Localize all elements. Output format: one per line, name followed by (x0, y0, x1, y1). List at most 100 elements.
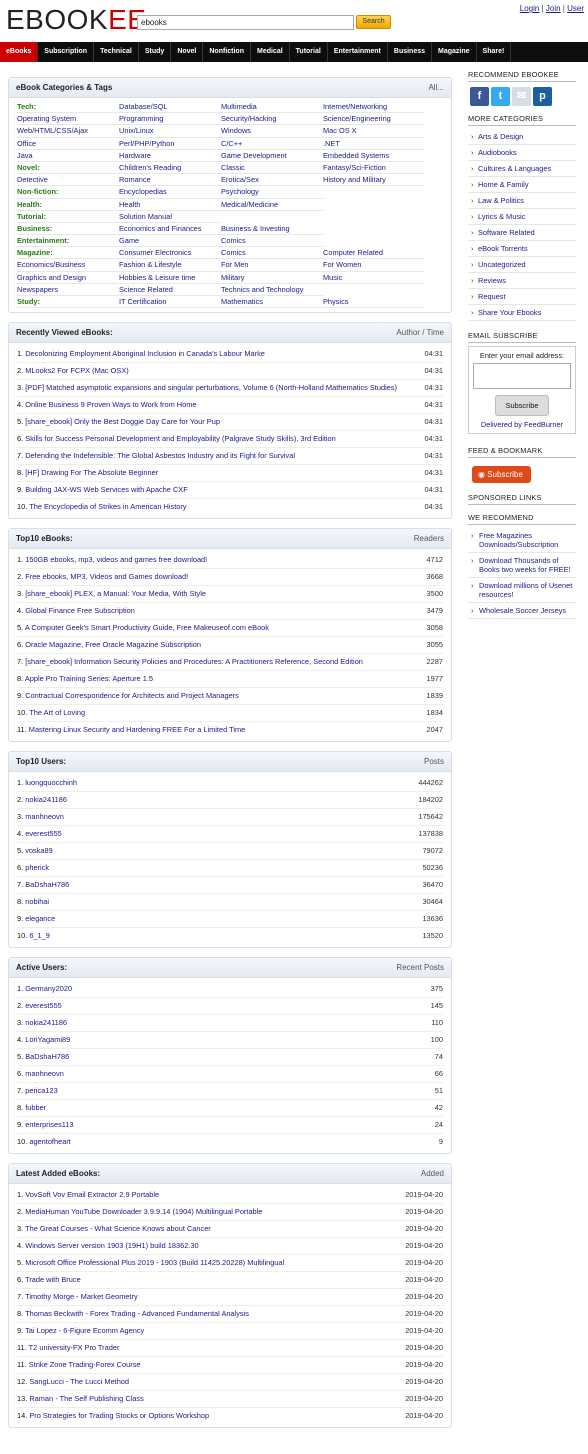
nav-item-entertainment[interactable]: Entertainment (328, 42, 388, 62)
category-link[interactable]: Hobbies & Leisure time (119, 272, 221, 284)
more-category-link[interactable]: Lyrics & Music (468, 209, 576, 225)
list-item-link[interactable]: LoriYagami89 (25, 1035, 70, 1044)
more-category-link[interactable]: eBook Torrents (468, 241, 576, 257)
category-link[interactable]: Fashion & Lifestyle (119, 259, 221, 272)
category-link[interactable]: Operating System (17, 113, 119, 126)
list-item-link[interactable]: elegance (25, 914, 55, 923)
list-item-link[interactable]: nokia241186 (25, 1018, 67, 1027)
category-link[interactable]: Unix/Linux (119, 125, 221, 138)
feedburner-link[interactable]: Delivered by FeedBurner (473, 420, 571, 429)
category-link[interactable]: C/C++ (221, 138, 323, 150)
facebook-icon[interactable]: f (470, 87, 489, 106)
nav-item-subscription[interactable]: Subscription (38, 42, 95, 62)
nav-item-magazine[interactable]: Magazine (432, 42, 477, 62)
list-item-link[interactable]: The Art of Loving (29, 708, 85, 717)
category-link[interactable]: Military (221, 272, 323, 284)
more-category-link[interactable]: Audiobooks (468, 145, 576, 161)
pinboard-icon[interactable]: p (533, 87, 552, 106)
nav-item-medical[interactable]: Medical (251, 42, 290, 62)
list-item-link[interactable]: Decolonizing Employment Aboriginal Inclu… (25, 349, 265, 358)
category-link[interactable]: Consumer Electronics (119, 247, 221, 260)
category-link[interactable]: Medical/Medicine (221, 199, 323, 211)
list-item-link[interactable]: Raman - The Self Publishing Class (29, 1394, 143, 1403)
nav-item-technical[interactable]: Technical (94, 42, 139, 62)
nav-item-tutorial[interactable]: Tutorial (290, 42, 328, 62)
category-link[interactable]: For Men (221, 259, 323, 272)
list-item-link[interactable]: SangLucci - The Lucci Method (29, 1377, 129, 1386)
category-link[interactable]: History and Military (323, 174, 425, 187)
list-item-link[interactable]: enterprises113 (25, 1120, 73, 1129)
list-item-link[interactable]: [share_ebook] Only the Best Doggie Day C… (25, 417, 220, 426)
rss-subscribe-button[interactable]: ◉ Subscribe (472, 466, 531, 483)
category-link[interactable]: Java (17, 150, 119, 162)
category-link[interactable]: Physics (323, 296, 425, 309)
recommend-link[interactable]: Download millions of Usenet resources! (468, 578, 576, 603)
list-item-link[interactable]: manhneovn (25, 812, 64, 821)
search-input[interactable] (137, 15, 354, 30)
category-link[interactable]: Internet/Networking (323, 101, 425, 114)
list-item-link[interactable]: voska89 (25, 846, 53, 855)
category-link[interactable]: IT Certification (119, 296, 221, 309)
list-item-link[interactable]: Mastering Linux Security and Hardening F… (29, 725, 245, 734)
list-item-link[interactable]: Windows Server version 1903 (19H1) build… (25, 1241, 198, 1250)
category-link[interactable]: Music (323, 272, 425, 284)
mail-icon[interactable]: ✉ (512, 87, 531, 106)
category-link[interactable]: Science Related (119, 284, 221, 296)
list-item-link[interactable]: 150GB ebooks, mp3, videos and games free… (25, 555, 207, 564)
more-category-link[interactable]: Reviews (468, 273, 576, 289)
nav-item-share[interactable]: Share! (477, 42, 512, 62)
list-item-link[interactable]: everest555 (25, 829, 62, 838)
list-item-link[interactable]: luongquocchinh (25, 778, 77, 787)
list-item-link[interactable]: Pro Strategies for Trading Stocks or Opt… (29, 1411, 209, 1420)
list-item-link[interactable]: [share_ebook] Information Security Polic… (25, 657, 363, 666)
category-link[interactable]: Comics (221, 235, 323, 248)
category-link[interactable]: .NET (323, 138, 425, 150)
nav-item-business[interactable]: Business (388, 42, 433, 62)
list-item-link[interactable]: BaDshaH786 (25, 880, 69, 889)
category-link[interactable]: Fantasy/Sci-Fiction (323, 162, 425, 175)
list-item-link[interactable]: Free ebooks, MP3, Videos and Games downl… (25, 572, 188, 581)
nav-item-study[interactable]: Study (139, 42, 172, 62)
list-item-link[interactable]: Tai Lopez - 6-Figure Ecomm Agency (25, 1326, 144, 1335)
list-item-link[interactable]: A Computer Geek's Smart Productivity Gui… (25, 623, 269, 632)
category-link[interactable]: Graphics and Design (17, 272, 119, 284)
category-link[interactable]: Children's Reading (119, 162, 221, 175)
category-link[interactable]: Detective (17, 174, 119, 187)
list-item-link[interactable]: Contractual Correspondence for Architect… (25, 691, 239, 700)
list-item-link[interactable]: Microsoft Office Professional Plus 2019 … (25, 1258, 284, 1267)
category-link[interactable]: Game Development (221, 150, 323, 162)
category-link[interactable]: Windows (221, 125, 323, 138)
nav-item-ebooks[interactable]: eBooks (0, 42, 39, 62)
recommend-link[interactable]: Free Magazines Downloads/Subscription (468, 528, 576, 553)
category-link[interactable]: Perl/PHP/Python (119, 138, 221, 150)
category-link[interactable]: Health (119, 199, 221, 211)
category-link[interactable]: Romance (119, 174, 221, 187)
list-item-link[interactable]: Germany2020 (25, 984, 72, 993)
category-link[interactable]: Multimedia (221, 101, 323, 114)
category-link[interactable]: Business & Investing (221, 223, 323, 236)
more-category-link[interactable]: Uncategorized (468, 257, 576, 273)
category-link[interactable]: Technics and Technology (221, 284, 323, 296)
all-categories-link[interactable]: All... (428, 83, 444, 92)
list-item-link[interactable]: The Encyclopedia of Strikes in American … (29, 502, 186, 511)
list-item-link[interactable]: Building JAX-WS Web Services with Apache… (25, 485, 188, 494)
more-category-link[interactable]: Home & Family (468, 177, 576, 193)
subscribe-button[interactable]: Subscribe (494, 395, 550, 416)
list-item-link[interactable]: fubber (25, 1103, 46, 1112)
list-item-link[interactable]: agentofheart (29, 1137, 71, 1146)
list-item-link[interactable]: [share_ebook] PLEX, a Manual: Your Media… (25, 589, 206, 598)
nav-item-novel[interactable]: Novel (171, 42, 204, 62)
twitter-icon[interactable]: t (491, 87, 510, 106)
list-item-link[interactable]: Oracle Magazine, Free Oracle Magazine Su… (25, 640, 201, 649)
list-item-link[interactable]: everest555 (25, 1001, 62, 1010)
search-button[interactable]: Search (356, 15, 391, 29)
list-item-link[interactable]: Apple Pro Training Series: Aperture 1.5 (25, 674, 153, 683)
more-category-link[interactable]: Software Related (468, 225, 576, 241)
category-link[interactable]: Psychology (221, 186, 323, 199)
category-link[interactable]: Economics/Business (17, 259, 119, 272)
list-item-link[interactable]: manhneovn (25, 1069, 64, 1078)
category-link[interactable]: Embedded Systems (323, 150, 425, 162)
category-link[interactable]: Programming (119, 113, 221, 126)
category-link[interactable]: Comics (221, 247, 323, 260)
recommend-link[interactable]: Download Thousands of Books two weeks fo… (468, 553, 576, 578)
